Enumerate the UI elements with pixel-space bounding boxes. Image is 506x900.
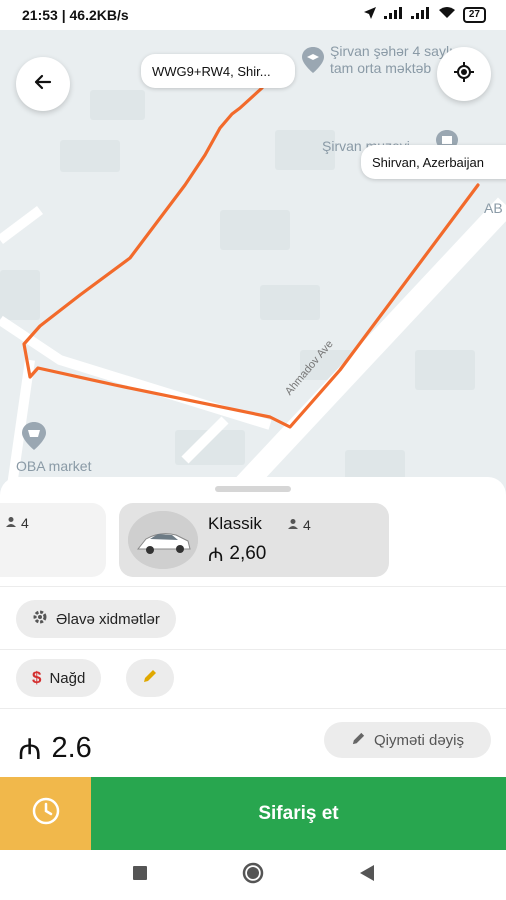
divider xyxy=(0,586,506,587)
arrow-left-icon xyxy=(33,72,53,97)
back-nav-button[interactable] xyxy=(357,864,377,886)
school-label: Şirvan şəhər 4 saylı tam orta məktəb xyxy=(330,43,453,77)
back-button[interactable] xyxy=(16,57,70,111)
tariff-card-klassik[interactable]: Klassik 4 ₼ 2,60 xyxy=(119,503,389,577)
tariff-price: ₼ 2,60 xyxy=(208,541,266,567)
pencil-icon xyxy=(351,731,366,750)
tariff-price-value: 2,60 xyxy=(229,543,267,564)
home-button[interactable] xyxy=(242,862,264,885)
change-price-label: Qiyməti dəyiş xyxy=(373,731,465,749)
tariff-seats: 4 xyxy=(5,515,29,531)
divider xyxy=(0,708,506,709)
edit-comment-button[interactable] xyxy=(126,659,174,697)
schedule-button[interactable] xyxy=(0,777,91,850)
tariff-name: Klassik xyxy=(208,514,262,533)
car-image xyxy=(128,511,198,569)
cash-icon: $ xyxy=(32,668,42,687)
destination-label[interactable]: Shirvan, Azerbaijan xyxy=(361,145,506,179)
order-sheet: 4 Klassik 4 ₼ 2,60 Əlavə xidmətlər $ Nağ… xyxy=(0,477,506,850)
status-icons: 27 xyxy=(363,6,486,25)
my-location-button[interactable] xyxy=(437,47,491,101)
wifi-icon xyxy=(438,6,456,24)
battery-icon: 27 xyxy=(462,7,486,23)
tariff-card-prev[interactable]: 4 xyxy=(0,503,106,577)
extra-services-button[interactable]: Əlavə xidmətlər xyxy=(16,600,176,638)
market-label: OBA market xyxy=(16,458,92,474)
total-amount: 2.6 xyxy=(51,732,92,764)
tariff-seats: 4 xyxy=(287,517,311,533)
tariff-seats-value: 4 xyxy=(21,515,29,531)
total-currency: ₼ xyxy=(18,734,42,766)
tariff-seats-value: 4 xyxy=(303,517,311,533)
sheet-handle[interactable] xyxy=(215,486,291,492)
clock-icon xyxy=(31,796,61,831)
person-icon xyxy=(287,517,299,533)
change-price-button[interactable]: Qiyməti dəyiş xyxy=(324,722,491,758)
school-label-line1: Şirvan şəhər 4 saylı xyxy=(330,43,453,59)
divider xyxy=(0,649,506,650)
route-line xyxy=(22,86,480,429)
square-icon xyxy=(133,865,147,885)
market-marker-icon xyxy=(22,422,46,455)
pencil-icon xyxy=(142,668,158,688)
status-bar: 21:53 | 46.2KB/s 27 xyxy=(0,0,506,30)
my-location-icon xyxy=(454,61,474,87)
circle-icon xyxy=(242,862,264,889)
system-nav-bar xyxy=(0,850,506,900)
school-label-line2: tam orta məktəb xyxy=(330,60,432,76)
location-arrow-icon xyxy=(363,6,377,25)
signal-icon xyxy=(383,6,404,24)
currency-symbol: ₼ xyxy=(208,545,224,566)
total-price: ₼ 2.6 xyxy=(18,729,92,768)
person-icon xyxy=(5,515,17,531)
map[interactable]: Şirvan şəhər 4 saylı tam orta məktəb Şir… xyxy=(0,30,506,500)
origin-label[interactable]: WWG9+RW4, Shir... xyxy=(141,54,295,88)
payment-method-button[interactable]: $ Nağd xyxy=(16,659,102,697)
payment-label: Nağd xyxy=(49,669,86,687)
recents-button[interactable] xyxy=(130,865,150,885)
signal-icon-2 xyxy=(410,6,431,24)
gear-icon xyxy=(32,609,48,629)
order-button[interactable]: Sifariş et xyxy=(91,777,506,850)
school-marker-icon xyxy=(302,47,324,78)
triangle-left-icon xyxy=(360,864,374,886)
status-time-speed: 21:53 | 46.2KB/s xyxy=(22,7,129,23)
extra-services-label: Əlavə xidmətlər xyxy=(56,610,160,628)
ab-label: AB xyxy=(484,200,503,216)
